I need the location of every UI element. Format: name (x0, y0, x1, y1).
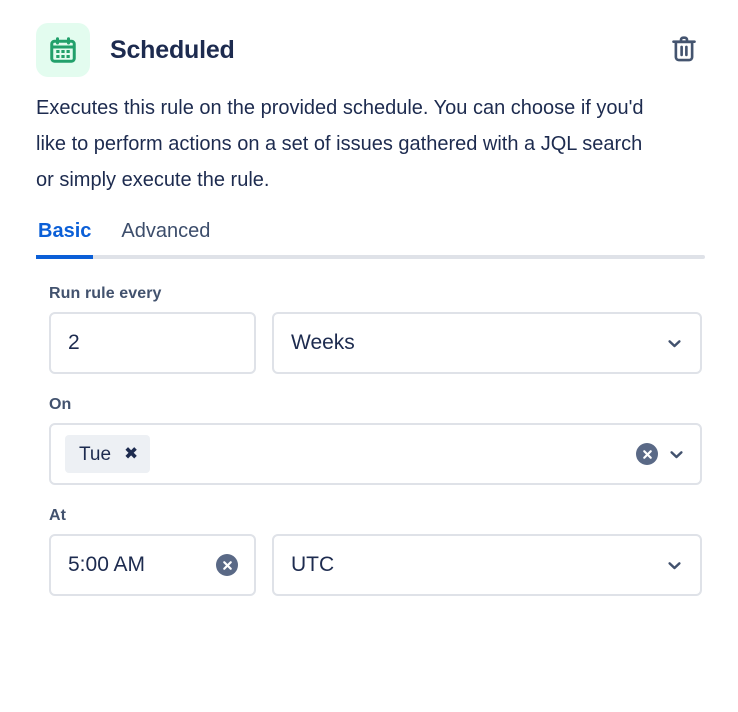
tab-basic[interactable]: Basic (36, 220, 94, 259)
chevron-down-icon[interactable] (664, 333, 684, 353)
field-at: At 5:00 AM UTC (49, 507, 702, 596)
timezone-select[interactable]: UTC (272, 534, 702, 596)
clear-circle-icon[interactable] (636, 443, 658, 465)
scheduled-trigger-panel: Scheduled Executes this rule on the prov… (0, 0, 738, 712)
field-run-rule-every: Run rule every Weeks (49, 285, 702, 374)
schedule-form: Run rule every Weeks On (0, 259, 738, 596)
label-at: At (49, 507, 67, 524)
interval-input[interactable] (67, 331, 238, 355)
interval-unit-value: Weeks (291, 331, 355, 354)
timezone-value: UTC (291, 553, 335, 576)
field-on: On Tue ✖ (49, 396, 702, 485)
label-on: On (49, 396, 72, 413)
time-value: 5:00 AM (68, 553, 146, 576)
time-input-wrapper[interactable]: 5:00 AM (49, 534, 256, 596)
day-chip-remove-icon[interactable]: ✖ (124, 445, 138, 463)
label-run-rule-every: Run rule every (49, 285, 162, 302)
chevron-down-icon[interactable] (666, 444, 686, 464)
tab-advanced[interactable]: Advanced (119, 220, 212, 259)
day-chip-label: Tue (79, 443, 112, 465)
clear-circle-icon[interactable] (216, 554, 238, 576)
chip-area: Tue ✖ (65, 435, 628, 473)
day-chip[interactable]: Tue ✖ (65, 435, 151, 473)
days-multiselect[interactable]: Tue ✖ (49, 423, 702, 485)
calendar-icon-badge (36, 23, 90, 77)
tabs-container: Basic Advanced (36, 220, 705, 259)
page-title: Scheduled (110, 35, 235, 64)
panel-header: Scheduled (0, 0, 738, 77)
panel-description: Executes this rule on the provided sched… (36, 97, 644, 191)
chevron-down-icon[interactable] (664, 555, 684, 575)
delete-button[interactable] (664, 30, 704, 70)
interval-unit-select[interactable]: Weeks (272, 312, 702, 374)
interval-input-wrapper[interactable] (49, 312, 256, 374)
calendar-icon (48, 35, 78, 65)
trash-icon (669, 34, 699, 67)
